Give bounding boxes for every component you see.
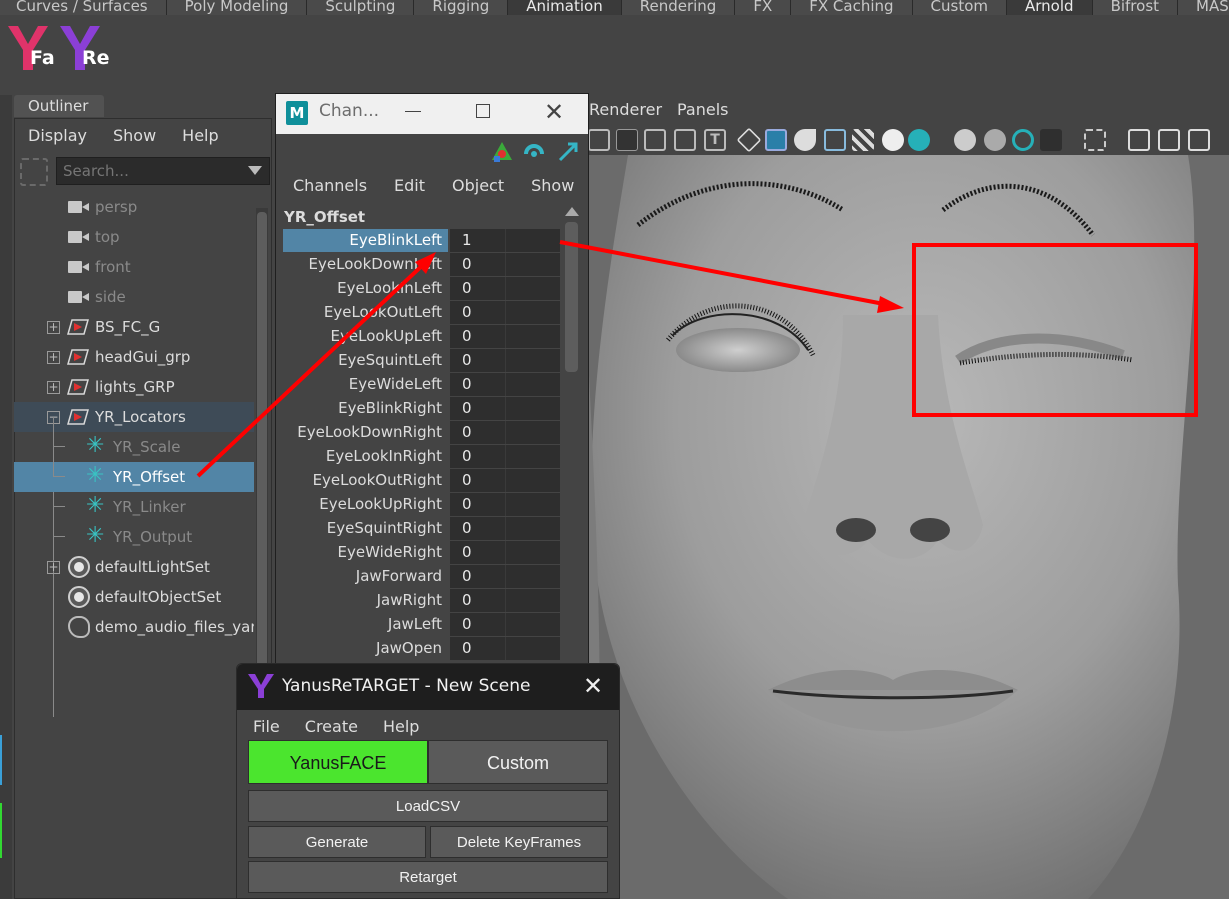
delete-keyframes-button[interactable]: Delete KeyFrames (430, 826, 608, 858)
custom-button[interactable]: Custom (428, 740, 608, 784)
yanus-menu-bar: File Create Help (238, 712, 618, 740)
yanus-menu-create[interactable]: Create (290, 712, 368, 736)
yanus-logo-icon (248, 674, 274, 698)
yanus-menu-file[interactable]: File (238, 712, 290, 736)
yanus-window-title: YanusReTARGET - New Scene (282, 676, 531, 696)
yanus-menu-help[interactable]: Help (368, 712, 429, 736)
generate-button[interactable]: Generate (248, 826, 426, 858)
retarget-button[interactable]: Retarget (248, 861, 608, 893)
load-csv-button[interactable]: LoadCSV (248, 790, 608, 822)
close-icon[interactable]: ✕ (583, 672, 603, 700)
yanusface-button[interactable]: YanusFACE (248, 740, 428, 784)
